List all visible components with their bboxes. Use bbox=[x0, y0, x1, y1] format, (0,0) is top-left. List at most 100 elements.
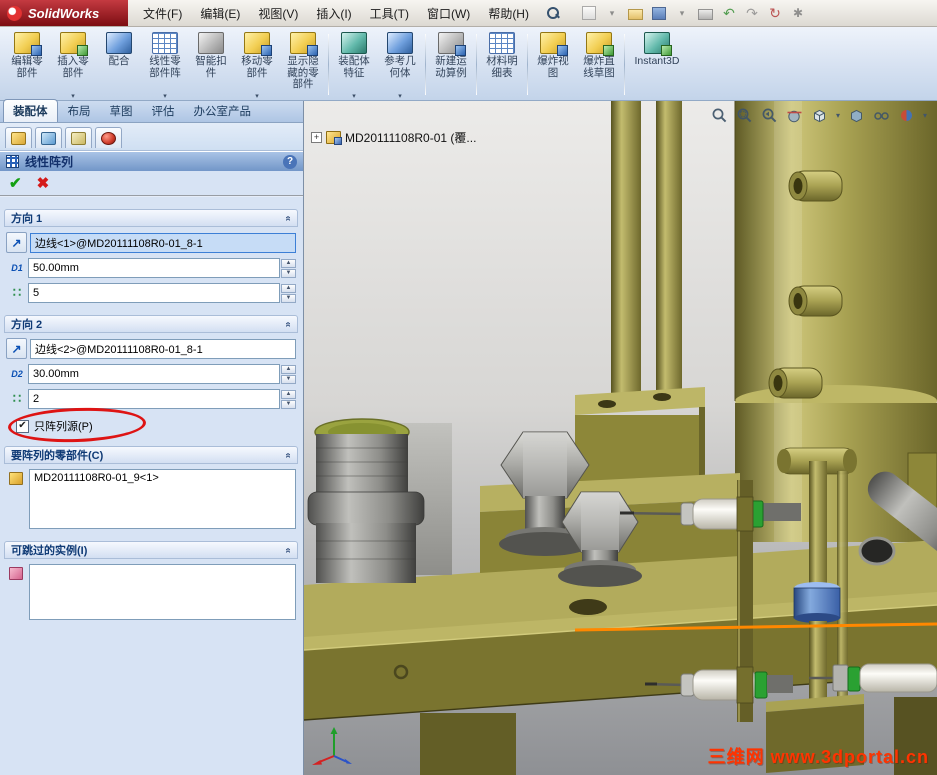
zoom-area-icon[interactable] bbox=[736, 107, 753, 124]
flyout-tree-node[interactable]: MD20111108R0-01 (覆... bbox=[311, 129, 476, 146]
previous-view-icon[interactable] bbox=[761, 107, 778, 124]
spinner-down-icon[interactable] bbox=[281, 293, 296, 303]
search-icon[interactable] bbox=[546, 6, 560, 20]
bill-of-materials-icon bbox=[489, 32, 515, 54]
configuration-manager-tab[interactable] bbox=[65, 127, 92, 148]
tab-office-products[interactable]: 办公室产品 bbox=[185, 100, 261, 122]
redo-icon[interactable] bbox=[745, 5, 759, 21]
title-bar: SolidWorks 文件(F) 编辑(E) 视图(V) 插入(I) 工具(T)… bbox=[0, 0, 937, 27]
edit-appearance-icon[interactable] bbox=[898, 107, 915, 124]
direction1-edge-field[interactable]: 边线<1>@MD20111108R0-01_8-1 bbox=[30, 232, 296, 253]
display-style-icon[interactable] bbox=[848, 107, 865, 124]
tab-sketch[interactable]: 草图 bbox=[101, 100, 142, 122]
undo-icon[interactable] bbox=[722, 5, 736, 21]
ribbon-button-new-motion-study[interactable]: 新建运动算例 bbox=[428, 29, 474, 100]
ribbon-button-insert-component[interactable]: 插入零部件 bbox=[50, 29, 96, 100]
direction2-edge-field[interactable]: 边线<2>@MD20111108R0-01_8-1 bbox=[30, 338, 296, 359]
components-listbox[interactable]: MD20111108R0-01_9<1> bbox=[29, 469, 296, 529]
rebuild-icon[interactable] bbox=[768, 5, 782, 21]
zoom-fit-icon[interactable] bbox=[711, 107, 728, 124]
ribbon-button-explode-line-sketch[interactable]: 爆炸直线草图 bbox=[576, 29, 622, 100]
new-dropdown-icon[interactable] bbox=[605, 5, 619, 21]
display-manager-tab[interactable] bbox=[95, 127, 122, 148]
tab-layout[interactable]: 布局 bbox=[59, 100, 100, 122]
components-header[interactable]: 要阵列的零部件(C) bbox=[4, 446, 298, 464]
ribbon-button-show-hidden-components[interactable]: 显示隐藏的零部件 bbox=[280, 29, 326, 100]
assembly-node-label[interactable]: MD20111108R0-01 (覆... bbox=[345, 129, 476, 146]
save-dropdown-icon[interactable] bbox=[675, 5, 689, 21]
options-icon[interactable] bbox=[791, 5, 805, 21]
menu-window[interactable]: 窗口(W) bbox=[418, 0, 479, 26]
spinner-up-icon[interactable] bbox=[281, 389, 296, 399]
spacing1-spinner[interactable] bbox=[281, 258, 296, 278]
ribbon-button-reference-geometry[interactable]: 参考几何体 bbox=[377, 29, 423, 100]
tab-assembly[interactable]: 装配体 bbox=[3, 99, 58, 122]
ribbon-button-assembly-features[interactable]: 装配体特征 bbox=[331, 29, 377, 100]
menu-file[interactable]: 文件(F) bbox=[134, 0, 191, 26]
collapse-chevron-icon bbox=[283, 321, 294, 327]
direction2-header-label: 方向 2 bbox=[11, 319, 43, 331]
direction1-group: 方向 1 边线<1>@MD20111108R0-01_8-1 50.00mm bbox=[4, 209, 298, 303]
ok-button[interactable] bbox=[9, 176, 22, 191]
menu-tools[interactable]: 工具(T) bbox=[361, 0, 418, 26]
hide-show-items-icon[interactable] bbox=[873, 107, 890, 124]
menu-edit[interactable]: 编辑(E) bbox=[191, 0, 249, 26]
cancel-button[interactable] bbox=[37, 176, 50, 191]
insert-component-icon bbox=[60, 32, 88, 56]
dropdown-arrow-icon[interactable]: ▾ bbox=[923, 111, 927, 120]
direction1-edge-value: 边线<1>@MD20111108R0-01_8-1 bbox=[35, 237, 203, 250]
direction2-reference-icon[interactable] bbox=[6, 338, 27, 359]
skip-listbox[interactable] bbox=[29, 564, 296, 620]
linear-pattern-icon bbox=[152, 32, 178, 54]
spacing2-spinner[interactable] bbox=[281, 364, 296, 384]
seed-only-checkbox[interactable] bbox=[16, 419, 29, 433]
ribbon-button-instant3d[interactable]: Instant3D bbox=[627, 29, 687, 100]
spinner-down-icon[interactable] bbox=[281, 374, 296, 384]
open-icon[interactable] bbox=[627, 9, 643, 20]
spacing1-field[interactable]: 50.00mm bbox=[28, 258, 280, 278]
tree-expand-icon[interactable] bbox=[311, 132, 322, 143]
ribbon-button-exploded-view[interactable]: 爆炸视图 bbox=[530, 29, 576, 100]
view-orientation-icon[interactable] bbox=[811, 107, 828, 124]
instance-count1-spinner[interactable] bbox=[281, 283, 296, 303]
tab-evaluate[interactable]: 评估 bbox=[143, 100, 184, 122]
spinner-up-icon[interactable] bbox=[281, 258, 296, 268]
ribbon-button-bill-of-materials[interactable]: 材料明细表 bbox=[479, 29, 525, 100]
spinner-up-icon[interactable] bbox=[281, 283, 296, 293]
direction1-header[interactable]: 方向 1 bbox=[4, 209, 298, 227]
menu-insert[interactable]: 插入(I) bbox=[307, 0, 360, 26]
ribbon-button-move-component[interactable]: 移动零部件 bbox=[234, 29, 280, 100]
menu-help[interactable]: 帮助(H) bbox=[479, 0, 538, 26]
direction1-reference-icon[interactable] bbox=[6, 232, 27, 253]
spacing2-field[interactable]: 30.00mm bbox=[28, 364, 280, 384]
instance-count1-field[interactable]: 5 bbox=[28, 283, 280, 303]
new-document-icon[interactable] bbox=[581, 6, 596, 20]
property-manager-tab[interactable] bbox=[35, 127, 62, 148]
ribbon-button-linear-pattern[interactable]: 线性零部件阵 bbox=[142, 29, 188, 100]
instances-to-skip-group: 可跳过的实例(I) bbox=[4, 541, 298, 620]
instance-count2-field[interactable]: 2 bbox=[28, 389, 280, 409]
component-icon bbox=[9, 472, 23, 485]
save-icon[interactable] bbox=[651, 6, 666, 20]
section-view-icon[interactable] bbox=[786, 107, 803, 124]
instance-count2-spinner[interactable] bbox=[281, 389, 296, 409]
graphics-area[interactable]: MD20111108R0-01 (覆... ▾ ▾ bbox=[304, 101, 937, 775]
feature-manager-tab[interactable] bbox=[5, 127, 32, 148]
skip-header[interactable]: 可跳过的实例(I) bbox=[4, 541, 298, 559]
spinner-up-icon[interactable] bbox=[281, 364, 296, 374]
ribbon-button-edit-component[interactable]: 编辑零部件 bbox=[4, 29, 50, 100]
print-icon[interactable] bbox=[697, 9, 713, 20]
ribbon-button-smart-fasteners[interactable]: 智能扣件 bbox=[188, 29, 234, 100]
menu-view[interactable]: 视图(V) bbox=[249, 0, 307, 26]
component-list-item[interactable]: MD20111108R0-01_9<1> bbox=[34, 472, 159, 484]
direction2-header[interactable]: 方向 2 bbox=[4, 315, 298, 333]
spinner-down-icon[interactable] bbox=[281, 399, 296, 409]
direction1-header-label: 方向 1 bbox=[11, 213, 43, 225]
spacing1-icon bbox=[6, 262, 28, 274]
help-button[interactable]: ? bbox=[283, 154, 297, 169]
show-hidden-components-icon bbox=[290, 32, 318, 56]
ribbon-button-mate[interactable]: 配合 bbox=[96, 29, 142, 100]
dropdown-arrow-icon[interactable]: ▾ bbox=[836, 111, 840, 120]
watermark-text: 三维网 www.3dportal.cn bbox=[707, 747, 929, 767]
spinner-down-icon[interactable] bbox=[281, 268, 296, 278]
